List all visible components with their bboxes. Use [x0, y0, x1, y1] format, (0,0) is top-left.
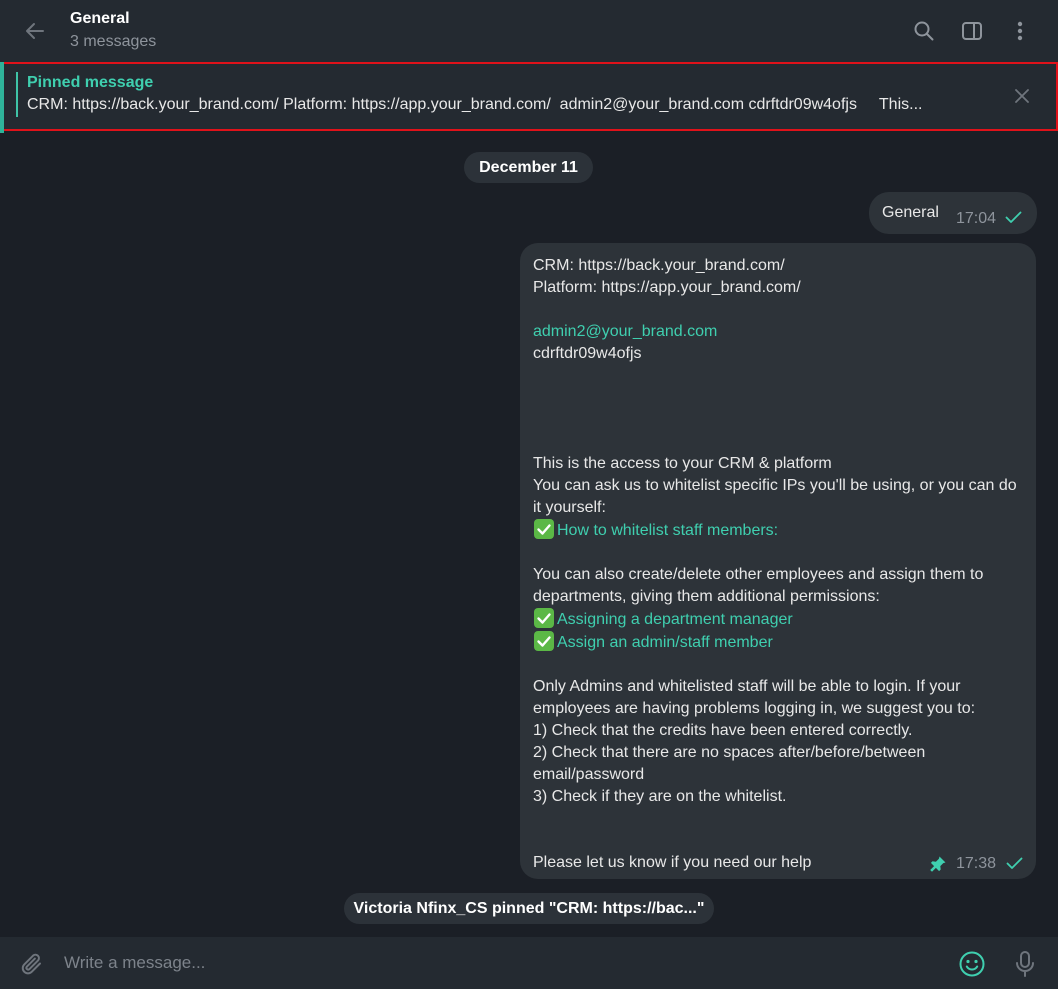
check-mark-emoji-icon [534, 519, 554, 539]
admin-staff-link[interactable]: Assign an admin/staff member [557, 634, 773, 651]
department-manager-link[interactable]: Assigning a department manager [557, 611, 793, 628]
message-text: General [882, 204, 939, 221]
sent-check-icon [1006, 857, 1023, 869]
message-line: Please let us know if you need our help [533, 854, 812, 871]
microphone-icon [1016, 951, 1034, 977]
chat-header: General 3 messages [0, 0, 1058, 62]
check-mark-emoji-icon [534, 631, 554, 651]
email-link[interactable]: admin2@your_brand.com [533, 321, 1028, 343]
more-vertical-icon [1017, 21, 1023, 41]
paperclip-icon [21, 953, 41, 975]
pinned-edge-accent [0, 62, 4, 133]
back-arrow-icon [26, 23, 44, 39]
sidebar-toggle-icon [962, 22, 982, 40]
message-line: Platform: https://app.your_brand.com/ [533, 279, 801, 296]
service-message[interactable]: Victoria Nfinx_CS pinned "CRM: https://b… [344, 893, 714, 924]
pinned-label: Pinned message [27, 74, 154, 91]
message-line: This is the access to your CRM & platfor… [533, 455, 832, 472]
message-composer [0, 937, 1058, 989]
search-button[interactable] [900, 7, 948, 55]
emoji-button[interactable] [950, 942, 994, 986]
pinned-accent-line [16, 72, 18, 117]
message-line: You can also create/delete other employe… [533, 566, 988, 605]
message-line: CRM: https://back.your_brand.com/ [533, 257, 785, 274]
link-line: How to whitelist staff members: [533, 519, 1028, 542]
voice-message-button[interactable] [1003, 942, 1047, 986]
date-separator: December 11 [464, 152, 593, 183]
outgoing-message[interactable]: General 17:04 [869, 192, 1037, 234]
message-line: 1) Check that the credits have been ente… [533, 722, 913, 739]
message-input[interactable] [64, 949, 924, 977]
link-line: Assign an admin/staff member [533, 631, 1028, 654]
outgoing-message[interactable]: CRM: https://back.your_brand.com/ Platfo… [520, 243, 1036, 879]
unpin-button[interactable] [1002, 76, 1042, 116]
message-body: CRM: https://back.your_brand.com/ Platfo… [533, 255, 1028, 874]
sent-check-icon [1005, 211, 1022, 223]
more-options-button[interactable] [996, 7, 1044, 55]
pin-icon [930, 856, 946, 872]
message-time: 17:38 [956, 855, 997, 872]
whitelist-staff-link[interactable]: How to whitelist staff members: [557, 522, 778, 539]
message-line: cdrftdr09w4ofjs [533, 345, 642, 362]
sidebar-toggle-button[interactable] [948, 7, 996, 55]
message-line: Only Admins and whitelisted staff will b… [533, 678, 976, 717]
message-time: 17:04 [956, 210, 997, 227]
message-line: You can ask us to whitelist specific IPs… [533, 477, 1022, 516]
message-line: 3) Check if they are on the whitelist. [533, 788, 787, 805]
back-button[interactable] [0, 0, 70, 62]
pinned-preview-text: CRM: https://back.your_brand.com/ Platfo… [27, 96, 923, 113]
check-mark-emoji-icon [534, 608, 554, 628]
chat-title-block[interactable]: General 3 messages [70, 9, 156, 53]
smiley-icon [959, 951, 985, 977]
header-actions [900, 0, 1044, 62]
message-count: 3 messages [70, 33, 157, 50]
search-icon [914, 21, 934, 41]
close-icon [1015, 89, 1029, 103]
chat-title: General [70, 10, 130, 27]
attach-button[interactable] [10, 942, 54, 986]
link-line: Assigning a department manager [533, 608, 1028, 631]
message-line: 2) Check that there are no spaces after/… [533, 744, 930, 783]
pinned-message-bar[interactable]: Pinned message CRM: https://back.your_br… [0, 62, 1058, 133]
